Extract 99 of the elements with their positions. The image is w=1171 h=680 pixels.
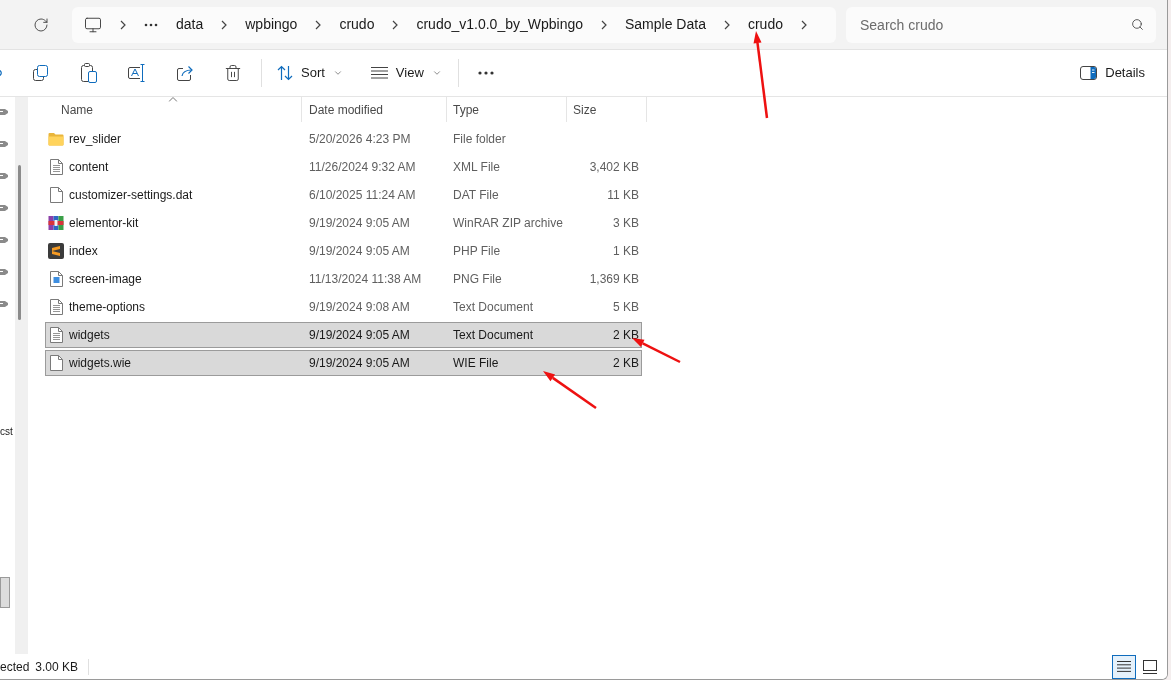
file-type: WIE File	[453, 356, 499, 370]
folder-icon	[48, 132, 64, 146]
file-row[interactable]: widgets.wie 9/19/2024 9:05 AM WIE File 2 KB	[45, 350, 642, 376]
pin-icon[interactable]	[0, 107, 8, 117]
chevron-right-icon	[800, 19, 807, 30]
file-type: PNG File	[453, 272, 502, 286]
file-type: XML File	[453, 160, 500, 174]
search-field[interactable]: Search crudo	[846, 6, 1156, 43]
pin-icon[interactable]	[0, 267, 8, 277]
selection-status: ected	[0, 658, 30, 676]
view-button[interactable]: View	[362, 57, 450, 89]
arc-icon	[0, 70, 3, 76]
file-name: customizer-settings.dat	[69, 187, 193, 204]
file-size: 3,402 KB	[589, 159, 639, 176]
caret-icon	[431, 68, 442, 78]
scrollbar-thumb[interactable]	[18, 165, 21, 320]
breadcrumb[interactable]: wpbingo	[245, 14, 298, 35]
trash-icon	[224, 64, 242, 82]
file-type: WinRAR ZIP archive	[453, 216, 563, 230]
breadcrumb[interactable]: crudo_v1.0.0_by_Wpbingo	[416, 14, 583, 35]
breadcrumb[interactable]: crudo	[747, 14, 783, 35]
chevron-right-icon	[315, 19, 322, 30]
breadcrumb[interactable]: Sample Data	[625, 14, 706, 35]
lines-icon	[370, 67, 388, 79]
file-size: 3 KB	[613, 215, 639, 232]
text-document-icon	[49, 159, 63, 175]
date-modified: 9/19/2024 9:05 AM	[309, 216, 410, 230]
caret-icon	[332, 68, 343, 78]
file-size: 1,369 KB	[589, 271, 639, 288]
rename-icon	[127, 64, 147, 82]
pin-icon[interactable]	[0, 171, 8, 181]
file-row[interactable]: widgets 9/19/2024 9:05 AM Text Document 2 KB	[45, 322, 642, 348]
date-modified: 9/19/2024 9:05 AM	[309, 356, 410, 370]
file-name: content	[69, 159, 109, 176]
search-icon[interactable]	[1131, 18, 1144, 31]
column-header[interactable]: Date modified	[302, 97, 447, 122]
column-header[interactable]: Size	[567, 97, 647, 122]
pin-icon[interactable]	[0, 203, 8, 213]
selection-size: 3.00 KB	[35, 658, 79, 676]
sort-button[interactable]: Sort	[269, 57, 351, 89]
up-down-arrows-icon	[277, 65, 293, 81]
chevron-right-icon	[221, 19, 228, 30]
date-modified: 9/19/2024 9:05 AM	[309, 328, 410, 342]
file-size: 11 KB	[607, 187, 639, 204]
date-modified: 6/10/2025 11:24 AM	[309, 188, 416, 202]
computer-icon[interactable]	[84, 15, 102, 34]
date-modified: 11/26/2024 9:32 AM	[309, 160, 416, 174]
code-editor-icon	[48, 243, 64, 259]
book-stack-icon	[48, 215, 64, 231]
file-name: index	[69, 243, 98, 260]
blank-document-icon	[49, 355, 63, 371]
file-type: PHP File	[453, 244, 501, 258]
breadcrumb[interactable]: crudo	[339, 14, 375, 35]
rectangle-icon	[1143, 659, 1157, 674]
file-type: File folder	[453, 132, 506, 146]
share-icon	[176, 64, 194, 82]
column-header[interactable]: Name	[45, 97, 302, 122]
file-name: screen-image	[69, 271, 142, 288]
text-document-icon	[49, 299, 63, 315]
chevron-right-icon	[120, 19, 126, 30]
file-size: 1 KB	[613, 243, 639, 260]
file-name: elementor-kit	[69, 215, 139, 232]
pin-icon[interactable]	[0, 235, 8, 245]
file-name: widgets	[69, 327, 110, 344]
sort-caret-icon	[168, 97, 178, 102]
navigation-text[interactable]: cst	[0, 424, 13, 440]
chevron-right-icon	[601, 19, 607, 30]
date-modified: 11/13/2024 11:38 AM	[309, 272, 422, 286]
blank-document-icon	[49, 187, 63, 203]
file-size: 2 KB	[613, 355, 639, 372]
pin-icon[interactable]	[0, 139, 8, 149]
date-modified: 9/19/2024 9:08 AM	[309, 300, 410, 314]
details-view-button[interactable]	[1112, 654, 1136, 679]
date-modified: 5/20/2026 4:23 PM	[309, 132, 411, 146]
file-name: widgets.wie	[69, 355, 132, 372]
refresh-icon	[33, 16, 49, 33]
file-name: rev_slider	[69, 131, 122, 148]
text-document-icon	[49, 327, 63, 343]
chevron-right-icon	[723, 19, 730, 30]
file-type: Text Document	[453, 328, 534, 342]
chevron-right-icon	[392, 19, 399, 30]
file-type: DAT File	[453, 188, 499, 202]
copy-icon	[32, 64, 50, 82]
file-size: 2 KB	[613, 327, 639, 344]
more-icon[interactable]	[144, 22, 158, 27]
address-bar[interactable]: data wpbingo crudo crudo_v1.0.0_by_Wpbingo Sample Data crudo	[72, 6, 836, 43]
pin-icon[interactable]	[0, 299, 8, 309]
file-size: 5 KB	[613, 299, 639, 316]
list-icon	[1117, 661, 1131, 672]
date-modified: 9/19/2024 9:05 AM	[309, 244, 410, 258]
file-name: theme-options	[69, 299, 146, 316]
image-document-icon	[49, 271, 63, 287]
details-button[interactable]: Details	[1072, 57, 1153, 89]
column-header[interactable]: Type	[447, 97, 567, 122]
side-panel-icon	[1080, 66, 1098, 80]
breadcrumb[interactable]: data	[176, 14, 204, 35]
file-type: Text Document	[453, 300, 534, 314]
more-icon	[477, 71, 494, 75]
clipboard-icon	[80, 63, 98, 83]
